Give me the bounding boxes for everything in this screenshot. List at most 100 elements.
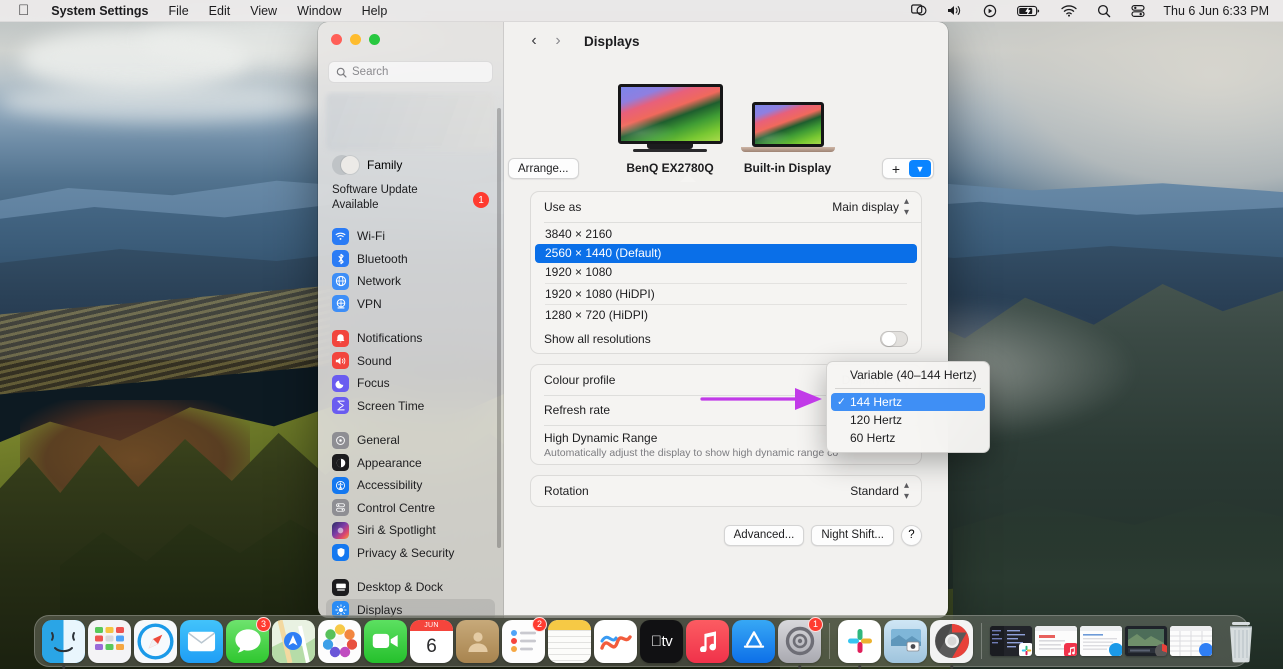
refresh-menu-item-144[interactable]: ✓ 144 Hertz: [831, 393, 985, 411]
sidebar-item-focus[interactable]: Focus: [326, 372, 495, 395]
focus-icon: [332, 375, 349, 392]
sidebar-item-notifications[interactable]: Notifications: [326, 327, 495, 350]
display-thumbnail-builtin[interactable]: Built-in Display: [741, 102, 835, 175]
sidebar-item-label: Sound: [357, 354, 392, 368]
refresh-rate-menu[interactable]: Variable (40–144 Hertz) ✓ 144 Hertz 120 …: [826, 361, 990, 453]
volume-icon[interactable]: [937, 0, 973, 22]
account-card[interactable]: [326, 93, 495, 151]
minimised-window-sheet[interactable]: [1170, 626, 1212, 656]
resolution-option[interactable]: 1920 × 1080 (HiDPI): [535, 284, 917, 303]
dock-item-freeform[interactable]: [594, 620, 637, 663]
menu-item-label: Variable (40–144 Hertz): [850, 368, 977, 382]
display-thumbnail-external[interactable]: BenQ EX2780Q: [618, 84, 723, 175]
sidebar-item-sound[interactable]: Sound: [326, 350, 495, 373]
control-centre-icon[interactable]: [1121, 0, 1155, 22]
dock-item-trash[interactable]: [1221, 620, 1261, 662]
search-input[interactable]: Search: [328, 61, 493, 83]
use-as-row[interactable]: Use as Main display ▴▾: [531, 192, 921, 222]
dock-item-notes[interactable]: [548, 620, 591, 663]
sidebar-item-network[interactable]: Network: [326, 270, 495, 293]
close-button[interactable]: [331, 34, 342, 45]
use-as-popup[interactable]: Main display ▴▾: [832, 196, 908, 218]
notes-header: [548, 620, 591, 630]
night-shift-button[interactable]: Night Shift...: [811, 525, 894, 546]
search-icon[interactable]: [1087, 0, 1121, 22]
now-playing-icon[interactable]: [973, 0, 1007, 22]
dock-item-facetime[interactable]: [364, 620, 407, 663]
dock-item-music[interactable]: [686, 620, 729, 663]
dock-item-launchpad[interactable]: [88, 620, 131, 663]
rotation-row[interactable]: Rotation Standard ▴▾: [531, 476, 921, 506]
minimised-window-document[interactable]: [1080, 626, 1122, 656]
refresh-menu-item-variable[interactable]: Variable (40–144 Hertz): [831, 366, 985, 384]
battery-charging-icon[interactable]: [1007, 0, 1051, 22]
minimise-button[interactable]: [350, 34, 361, 45]
system-settings-window: Search Family Software Update Available …: [318, 22, 948, 618]
menu-help[interactable]: Help: [352, 0, 398, 22]
refresh-menu-item-120[interactable]: 120 Hertz: [831, 411, 985, 429]
dock-item-system-settings[interactable]: 1: [778, 620, 821, 663]
menu-window[interactable]: Window: [287, 0, 351, 22]
sidebar-item-desktop-and-dock[interactable]: Desktop & Dock: [326, 576, 495, 599]
sidebar-scrollbar[interactable]: [497, 108, 501, 548]
dock-item-screenshot-app[interactable]: [884, 620, 927, 663]
dock-item-mail[interactable]: [180, 620, 223, 663]
forward-button[interactable]: ›: [546, 32, 570, 50]
minimised-window-code[interactable]: [990, 626, 1032, 656]
menu-file[interactable]: File: [159, 0, 199, 22]
minimised-window-browser[interactable]: [1035, 626, 1077, 656]
chevron-down-icon[interactable]: ▼: [909, 160, 931, 177]
dock-item-finder[interactable]: [42, 620, 85, 663]
sidebar-item-siri-and-spotlight[interactable]: Siri & Spotlight: [326, 519, 495, 542]
sidebar-scroll-area[interactable]: Family Software Update Available 1 Wi-Fi…: [318, 91, 503, 618]
dock-item-slack[interactable]: [838, 620, 881, 663]
sidebar-item-privacy-and-security[interactable]: Privacy & Security: [326, 542, 495, 565]
refresh-menu-item-60[interactable]: 60 Hertz: [831, 429, 985, 447]
show-all-resolutions-row[interactable]: Show all resolutions: [531, 325, 921, 353]
menu-view[interactable]: View: [240, 0, 287, 22]
back-button[interactable]: ‹: [522, 32, 546, 50]
sidebar-item-general[interactable]: General: [326, 429, 495, 452]
wifi-icon[interactable]: [1051, 0, 1087, 22]
dock-item-safari[interactable]: [134, 620, 177, 663]
add-display-group[interactable]: + ▼: [882, 158, 934, 179]
dock-item-calendar[interactable]: JUN 6: [410, 620, 453, 663]
menu-system-settings[interactable]: System Settings: [41, 0, 158, 22]
dock-item-photos[interactable]: [318, 620, 361, 663]
dock-item-chrome[interactable]: [930, 620, 973, 663]
sidebar-item-wi-fi[interactable]: Wi-Fi: [326, 225, 495, 248]
screen-mirroring-icon[interactable]: [901, 0, 937, 22]
apple-logo-icon[interactable]: : [12, 2, 41, 20]
dock-item-app-store[interactable]: [732, 620, 775, 663]
resolution-option[interactable]: 3840 × 2160: [535, 225, 917, 244]
menu-edit[interactable]: Edit: [199, 0, 241, 22]
sidebar-item-software-update[interactable]: Software Update Available 1: [326, 183, 495, 213]
resolution-list[interactable]: 3840 × 2160 2560 × 1440 (Default) 1920 ×…: [531, 223, 921, 325]
sidebar-item-accessibility[interactable]: Accessibility: [326, 474, 495, 497]
dock-item-reminders[interactable]: 2: [502, 620, 545, 663]
sidebar-item-vpn[interactable]: VPN: [326, 293, 495, 316]
resolution-option-selected[interactable]: 2560 × 1440 (Default): [535, 244, 917, 263]
sidebar-item-control-centre[interactable]: Control Centre: [326, 497, 495, 520]
rotation-popup[interactable]: Standard ▴▾: [850, 480, 908, 502]
dock-item-apple-tv[interactable]: tv: [640, 620, 683, 663]
add-display-button[interactable]: +: [883, 159, 909, 179]
display-label: BenQ EX2780Q: [626, 161, 713, 175]
menu-bar-clock[interactable]: Thu 6 Jun 6:33 PM: [1155, 4, 1273, 18]
help-button[interactable]: ?: [901, 525, 922, 546]
advanced-button[interactable]: Advanced...: [724, 525, 805, 546]
dock-item-messages[interactable]: 3: [226, 620, 269, 663]
resolution-option[interactable]: 1280 × 720 (HiDPI): [535, 306, 917, 325]
sidebar-item-bluetooth[interactable]: Bluetooth: [326, 248, 495, 271]
sidebar-item-appearance[interactable]: Appearance: [326, 452, 495, 475]
resolution-option[interactable]: 1920 × 1080: [535, 263, 917, 282]
dock-item-maps[interactable]: [272, 620, 315, 663]
minimised-window-video[interactable]: [1125, 626, 1167, 656]
zoom-button[interactable]: [369, 34, 380, 45]
show-all-resolutions-toggle[interactable]: [880, 331, 908, 347]
sidebar-item-family[interactable]: Family: [326, 151, 495, 179]
arrange-button[interactable]: Arrange...: [508, 158, 579, 179]
chrome-icon: [930, 620, 973, 663]
dock-item-contacts[interactable]: [456, 620, 499, 663]
sidebar-item-screen-time[interactable]: Screen Time: [326, 395, 495, 418]
